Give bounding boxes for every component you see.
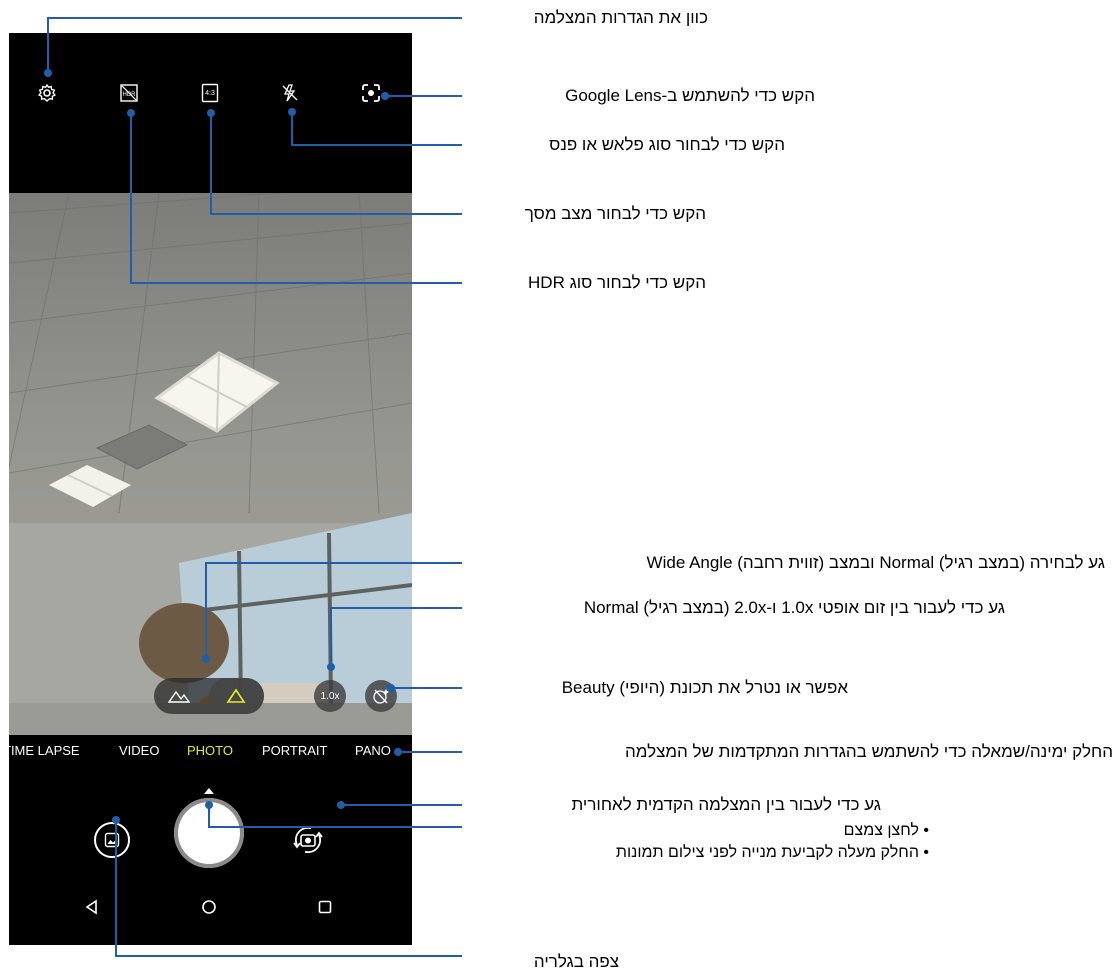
callout-flash: הקש כדי לבחור סוג פלאש או פנס bbox=[549, 135, 785, 154]
callout-shutter-bullet-1: • לחצן צמצם bbox=[843, 822, 929, 839]
callout-shutter-2: החלק מעלה לקביעת מנייה לפני צילום תמונות bbox=[615, 844, 919, 861]
callout-angle: גע לבחירה (במצב רגיל) Normal ובמצב (זווי… bbox=[646, 553, 1105, 572]
callout-modes: החלק ימינה/שמאלה כדי להשתמש בהגדרות המתק… bbox=[624, 742, 1113, 761]
callout-screen: הקש כדי לבחור מצב מסך bbox=[524, 204, 706, 223]
callout-lens: הקש כדי להשתמש ב-Google Lens bbox=[565, 86, 815, 105]
callout-beauty: אפשר או נטרל את תכונת (היופי) Beauty bbox=[561, 678, 848, 697]
callout-switch: גע כדי לעבור בין המצלמה הקדמית לאחורית bbox=[571, 795, 882, 814]
callout-settings: כוון את הגדרות המצלמה bbox=[533, 8, 708, 27]
callout-gallery: צפה בגלריה bbox=[533, 952, 619, 971]
callout-shutter-1: לחצן צמצם bbox=[843, 822, 919, 839]
callout-shutter-bullet-2: • החלק מעלה לקביעת מנייה לפני צילום תמונ… bbox=[615, 844, 929, 861]
callout-zoom: גע כדי לעבור בין זום אופטי 1.0x ו-2.0x (… bbox=[583, 598, 1005, 617]
callout-hdr: הקש כדי לבחור סוג HDR bbox=[528, 273, 706, 292]
